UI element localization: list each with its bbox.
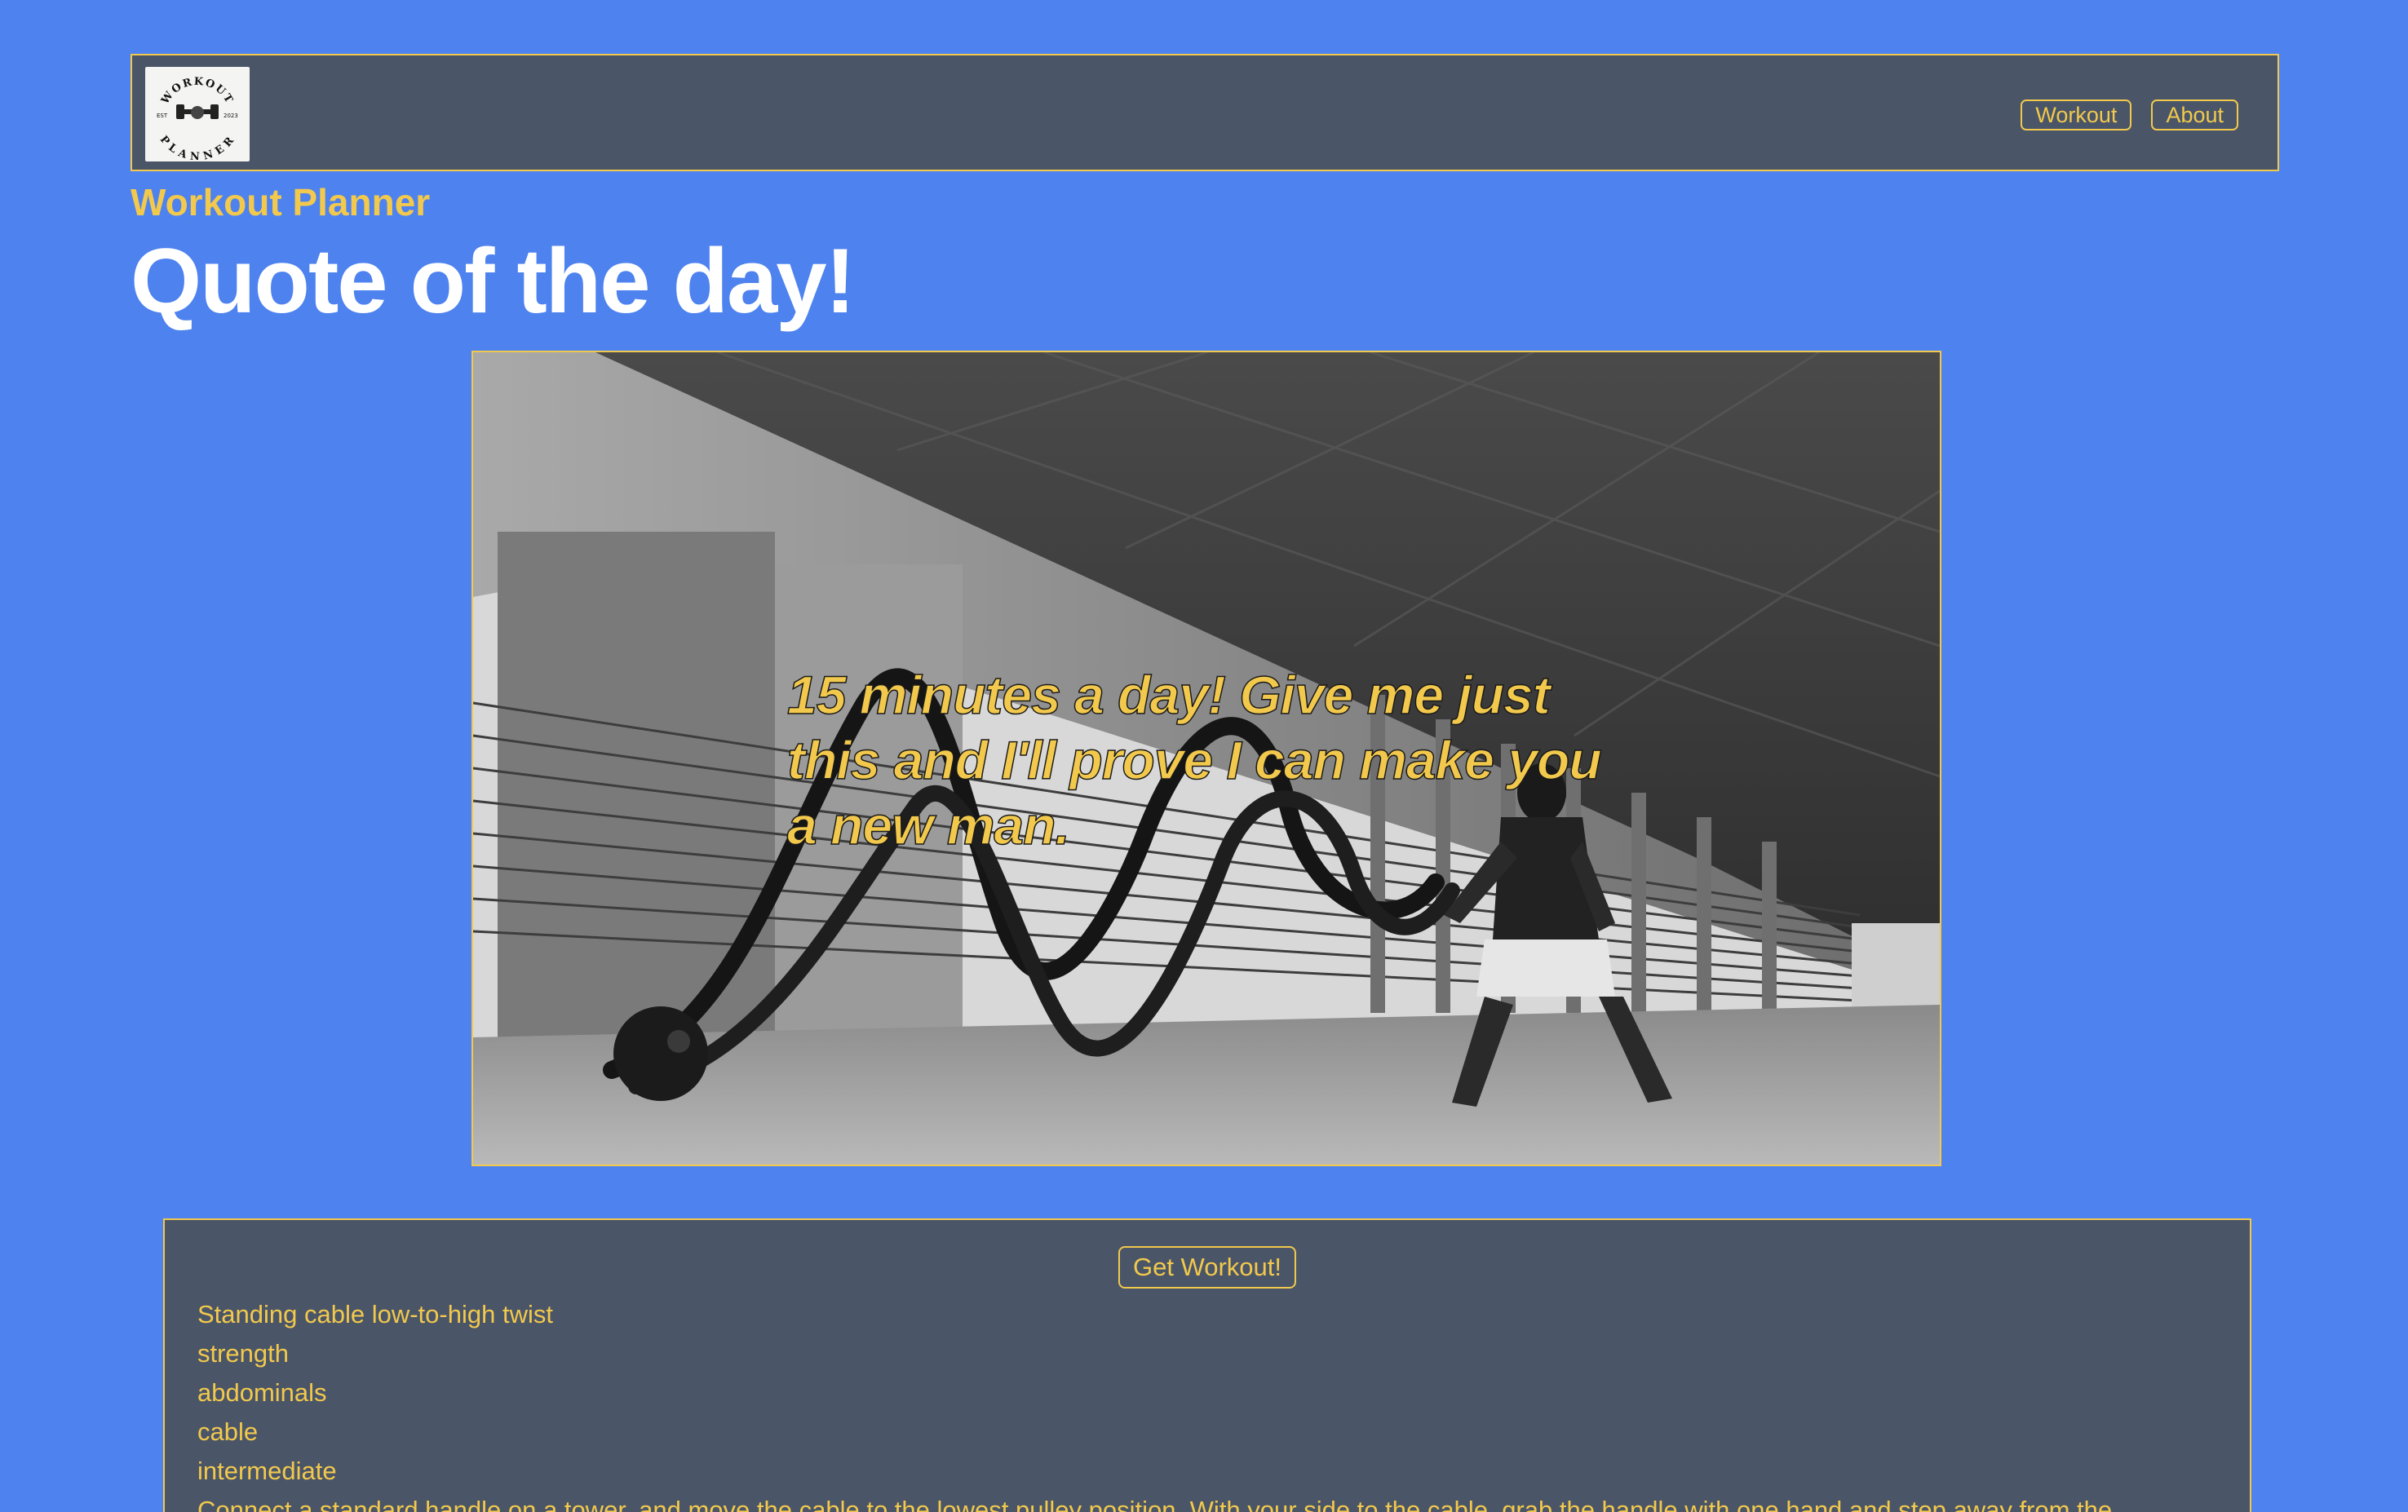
- exercise-equipment: cable: [197, 1417, 259, 1446]
- page: WORKOUT PLANNER EST 2023 Workout About W…: [0, 0, 2408, 1512]
- workout-details: Standing cable low-to-high twist strengt…: [197, 1295, 2220, 1512]
- nav-about-button[interactable]: About: [2151, 99, 2238, 130]
- navbar: WORKOUT PLANNER EST 2023 Workout About: [131, 54, 2279, 171]
- svg-text:EST: EST: [157, 113, 168, 119]
- svg-text:WORKOUT: WORKOUT: [159, 76, 236, 108]
- brand-title: Workout Planner: [131, 181, 431, 223]
- svg-text:PLANNER: PLANNER: [157, 134, 237, 161]
- quote-hero-image: 15 minutes a day! Give me just this and …: [471, 351, 1941, 1166]
- exercise-type: strength: [197, 1339, 290, 1368]
- nav-links: Workout About: [2021, 99, 2238, 130]
- logo[interactable]: WORKOUT PLANNER EST 2023: [145, 67, 250, 161]
- quote-text: 15 minutes a day! Give me just this and …: [786, 664, 1602, 856]
- workout-panel: Get Workout! Standing cable low-to-high …: [163, 1218, 2251, 1512]
- nav-workout-button[interactable]: Workout: [2021, 99, 2132, 130]
- exercise-instructions: Connect a standard handle on a tower, an…: [197, 1496, 2113, 1512]
- page-title: Quote of the day!: [131, 230, 856, 332]
- exercise-name: Standing cable low-to-high twist: [197, 1300, 553, 1329]
- exercise-muscle: abdominals: [197, 1378, 327, 1407]
- get-workout-button[interactable]: Get Workout!: [1118, 1246, 1297, 1289]
- svg-text:2023: 2023: [224, 113, 238, 119]
- logo-emblem-icon: WORKOUT PLANNER EST 2023: [157, 76, 238, 161]
- exercise-difficulty: intermediate: [197, 1457, 337, 1485]
